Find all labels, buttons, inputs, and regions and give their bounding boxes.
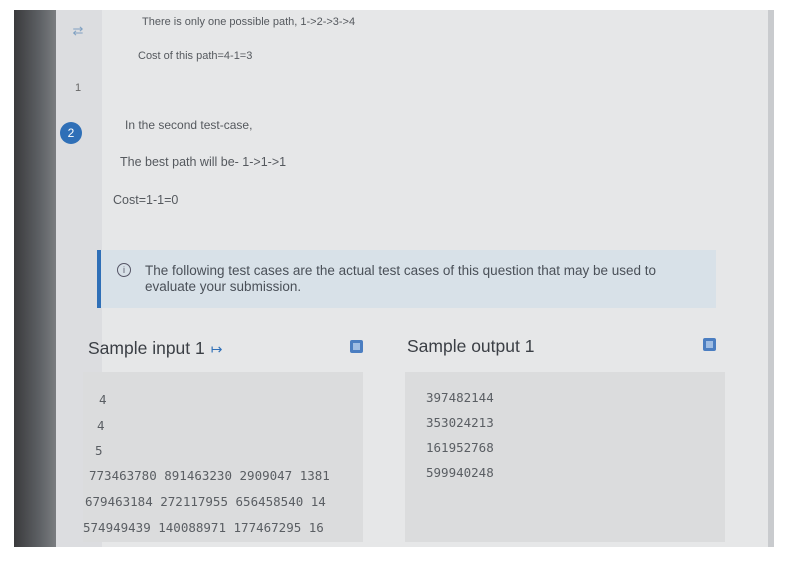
explanation-line: There is only one possible path, 1->2->3…: [142, 16, 356, 28]
copy-output-icon[interactable]: [703, 338, 716, 351]
input-line: 574949439 140088971 177467295 16: [83, 520, 324, 535]
test-case-notice: i The following test cases are the actua…: [97, 250, 716, 308]
sample-output-title: Sample output 1: [407, 336, 535, 356]
output-line: 599940248: [426, 465, 494, 480]
question-number-2-badge[interactable]: 2: [60, 122, 82, 144]
sample-input-box: [83, 372, 363, 542]
input-line: 4: [99, 392, 107, 407]
scrollbar[interactable]: [768, 10, 774, 547]
input-line: 773463780 891463230 2909047 1381: [89, 468, 330, 483]
output-line: 353024213: [426, 415, 494, 430]
sample-input-label: Sample input 1: [88, 338, 205, 358]
explanation-line: Cost of this path=4-1=3: [138, 50, 253, 62]
open-input-icon[interactable]: ↦: [211, 341, 223, 358]
swap-icon[interactable]: ⇄: [68, 24, 88, 38]
monitor-bezel: [14, 10, 56, 547]
input-line: 679463184 272117955 656458540 14: [85, 494, 326, 509]
input-line: 4: [97, 418, 105, 433]
copy-input-icon[interactable]: [350, 340, 363, 353]
explanation-line: In the second test-case,: [125, 118, 253, 132]
input-line: 5: [95, 443, 103, 458]
info-icon: i: [117, 263, 131, 277]
explanation-line: Cost=1-1=0: [113, 193, 179, 207]
output-line: 397482144: [426, 390, 494, 405]
explanation-line: The best path will be- 1->1->1: [120, 155, 287, 169]
notice-text: The following test cases are the actual …: [145, 263, 657, 294]
sample-input-title: Sample input 1 ↦: [88, 338, 222, 359]
output-line: 161952768: [426, 440, 494, 455]
question-number-1[interactable]: 1: [68, 82, 88, 94]
